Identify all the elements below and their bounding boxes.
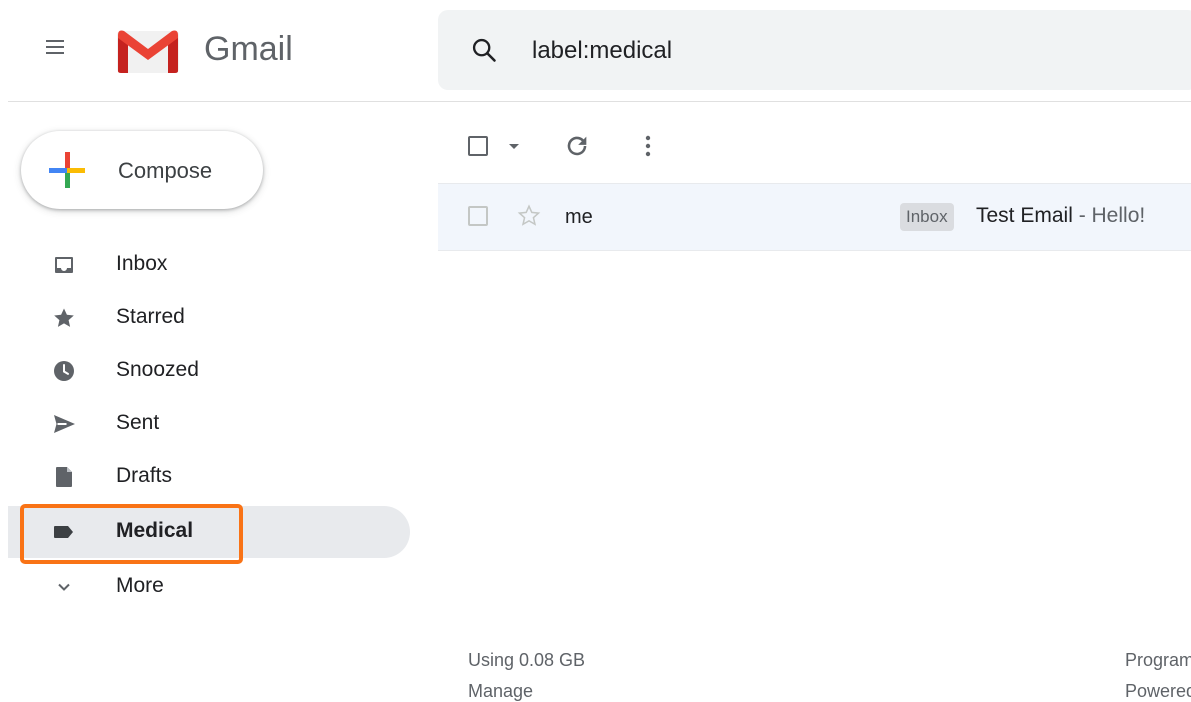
compose-label: Compose — [118, 158, 213, 183]
menu-bar — [46, 52, 64, 54]
more-options-icon[interactable] — [638, 132, 658, 165]
row-checkbox[interactable] — [468, 206, 488, 226]
sidebar-item-snoozed[interactable]: Snoozed — [8, 345, 410, 397]
sidebar-item-label: Starred — [116, 305, 185, 328]
sidebar-item-drafts[interactable]: Drafts — [8, 451, 410, 503]
chevron-down-icon — [52, 575, 76, 599]
message-subject-line: Test Email - Hello! — [976, 204, 1145, 228]
message-subject: Test Email — [976, 204, 1073, 227]
sidebar-item-medical[interactable]: Medical — [8, 506, 410, 558]
program-policies-link[interactable]: Program — [1125, 650, 1191, 671]
sidebar-item-label: Inbox — [116, 252, 168, 275]
sidebar-item-label: Drafts — [116, 464, 173, 487]
inbox-label-badge[interactable]: Inbox — [900, 203, 954, 231]
search-input[interactable] — [532, 36, 1032, 66]
compose-button[interactable]: Compose — [21, 131, 263, 209]
refresh-icon[interactable] — [563, 132, 591, 165]
manage-storage-link[interactable]: Manage — [468, 681, 533, 702]
sidebar-item-label: Snoozed — [116, 358, 199, 381]
star-icon — [52, 306, 76, 330]
gmail-logo-icon[interactable] — [115, 27, 181, 80]
app-name: Gmail — [204, 30, 293, 68]
plus-icon — [47, 150, 87, 195]
sidebar-item-more[interactable]: More — [8, 561, 410, 613]
star-outline-icon[interactable] — [516, 203, 542, 234]
sidebar-item-starred[interactable]: Starred — [8, 292, 410, 344]
clock-icon — [52, 359, 76, 383]
checkbox-box — [468, 136, 488, 156]
select-checkbox-icon[interactable] — [468, 136, 488, 156]
message-row[interactable]: me Inbox Test Email - Hello! — [438, 183, 1191, 251]
message-snippet: - Hello! — [1072, 204, 1146, 227]
send-icon — [52, 412, 76, 436]
sidebar-item-label: Sent — [116, 411, 160, 434]
search-icon[interactable] — [470, 36, 498, 69]
message-sender: me — [565, 206, 593, 228]
sidebar-item-label: More — [116, 574, 164, 597]
storage-usage: Using 0.08 GB — [468, 650, 586, 670]
sidebar-item-label: Medical — [116, 519, 194, 542]
search-bar[interactable] — [438, 10, 1191, 90]
sidebar-item-inbox[interactable]: Inbox — [8, 239, 410, 291]
powered-by-text: Powered — [1125, 681, 1191, 701]
label-icon — [52, 520, 76, 544]
select-dropdown-icon[interactable] — [506, 136, 522, 161]
main-menu-button[interactable] — [40, 32, 70, 62]
draft-icon — [52, 465, 76, 489]
menu-bar — [46, 46, 64, 48]
sidebar-item-sent[interactable]: Sent — [8, 398, 410, 450]
inbox-icon — [52, 253, 76, 277]
header-divider — [8, 101, 1191, 102]
menu-bar — [46, 40, 64, 42]
